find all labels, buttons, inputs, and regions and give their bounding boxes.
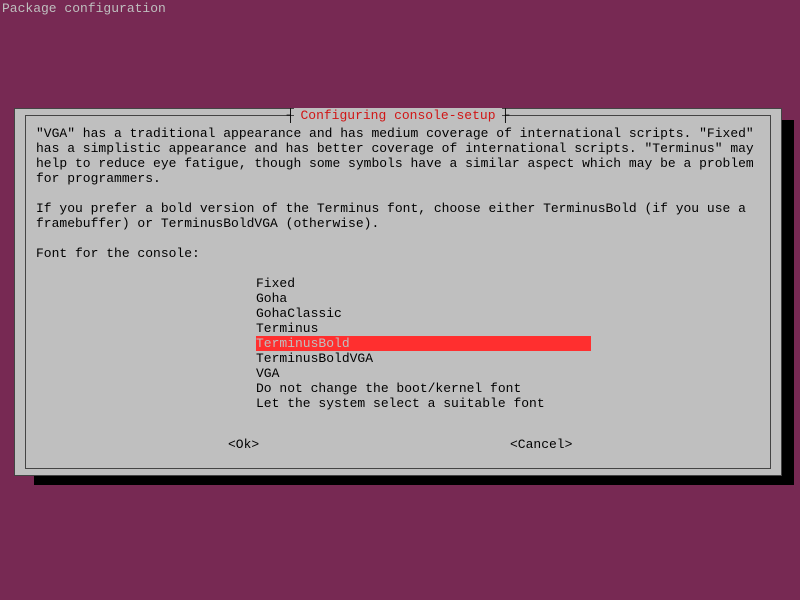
options-list: FixedGohaGohaClassicTerminusTerminusBold… [256, 276, 760, 411]
ok-button[interactable]: <Ok> [228, 437, 259, 452]
option-item[interactable]: Do not change the boot/kernel font [256, 381, 760, 396]
option-item[interactable]: VGA [256, 366, 760, 381]
option-item[interactable]: Goha [256, 291, 760, 306]
option-item[interactable]: TerminusBoldVGA [256, 351, 760, 366]
cancel-button[interactable]: <Cancel> [510, 437, 572, 452]
dialog-content: "VGA" has a traditional appearance and h… [36, 126, 760, 411]
page-header: Package configuration [2, 1, 166, 16]
description-paragraph-1: "VGA" has a traditional appearance and h… [36, 126, 760, 186]
dialog-frame: ┤Configuring console-setup├ "VGA" has a … [25, 115, 771, 469]
button-row: <Ok> <Cancel> [26, 437, 770, 452]
title-dash-right: ├ [502, 108, 510, 123]
option-item[interactable]: Fixed [256, 276, 760, 291]
option-item[interactable]: Terminus [256, 321, 760, 336]
option-item[interactable]: Let the system select a suitable font [256, 396, 760, 411]
prompt-label: Font for the console: [36, 246, 760, 261]
description-paragraph-2: If you prefer a bold version of the Term… [36, 201, 760, 231]
dialog-title-row: ┤Configuring console-setup├ [26, 108, 770, 123]
option-item[interactable]: TerminusBold [256, 336, 591, 351]
dialog: ┤Configuring console-setup├ "VGA" has a … [14, 108, 782, 476]
option-item[interactable]: GohaClassic [256, 306, 760, 321]
dialog-title: Configuring console-setup [294, 108, 501, 123]
